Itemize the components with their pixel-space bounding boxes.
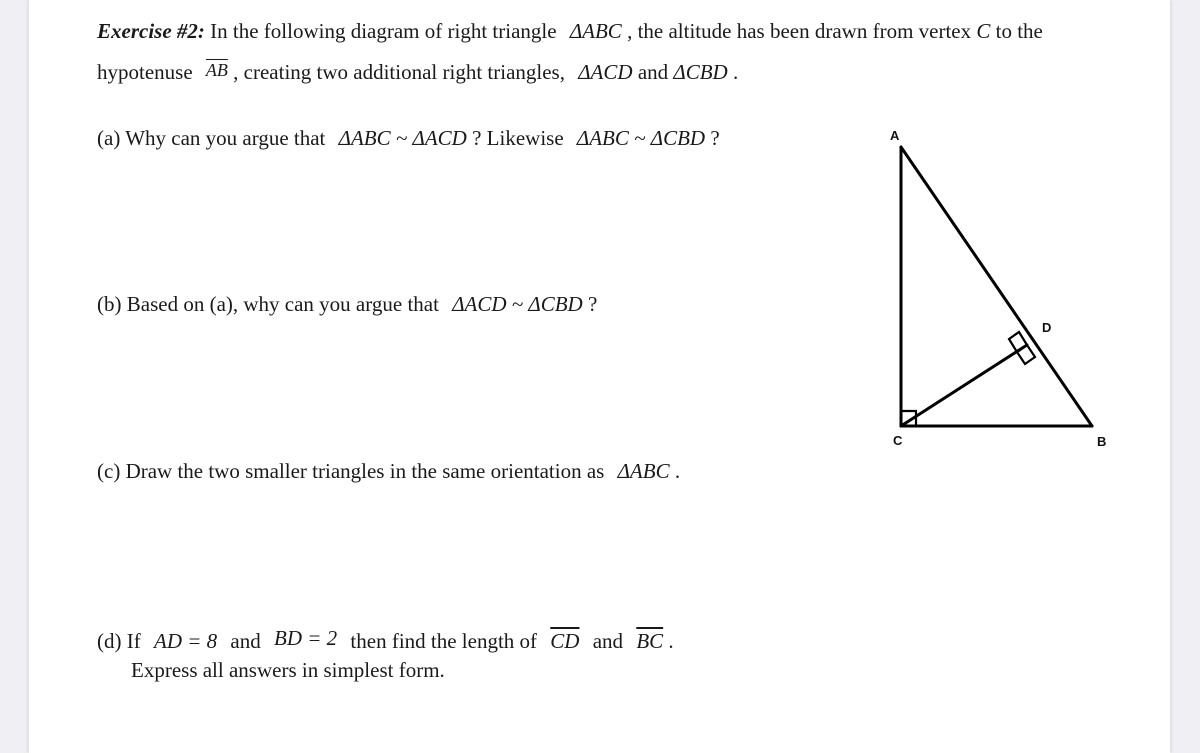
altitude-cd-line [899,343,1029,428]
vertex-label-b: B [1097,434,1106,449]
right-angle-mark-d-upper [1007,330,1029,354]
right-triangle-diagram: A C B D [890,128,1106,449]
vertex-label-a: A [890,128,900,143]
segment-ab-line [899,145,1094,428]
vertex-label-d: D [1042,320,1051,335]
right-angle-mark-d-lower [1015,343,1037,366]
vertex-label-c: C [893,433,903,448]
